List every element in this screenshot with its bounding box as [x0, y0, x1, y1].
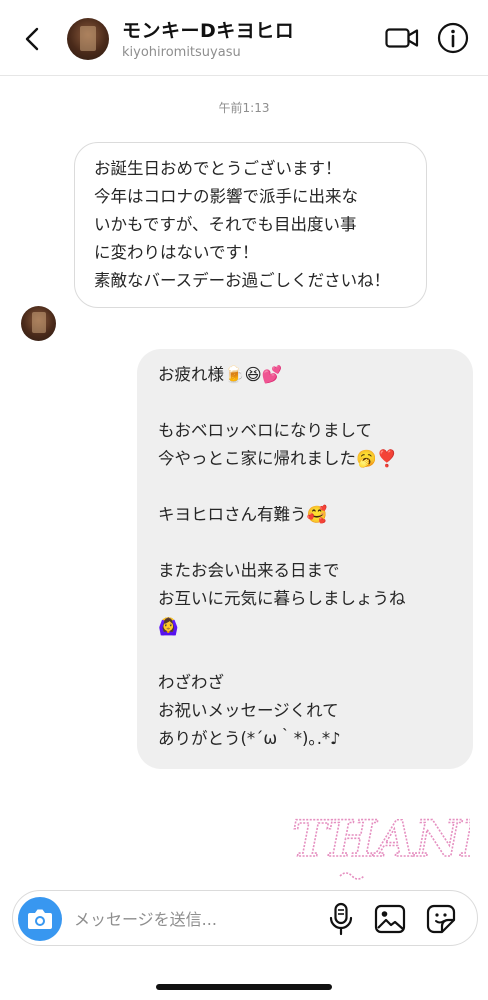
chevron-left-icon	[25, 27, 39, 51]
incoming-message[interactable]: お誕生日おめでとうございます！ 今年はコロナの影響で派手に出来な いかもですが、…	[74, 142, 427, 308]
image-gallery-icon	[374, 904, 406, 934]
contact-name[interactable]: モンキーDキヨヒロ	[122, 16, 294, 43]
info-icon	[437, 22, 469, 54]
home-indicator	[156, 984, 332, 990]
thank-sticker-art: THANK	[291, 808, 488, 880]
sticker-button[interactable]	[425, 903, 457, 935]
voice-message-button[interactable]	[327, 902, 355, 936]
gallery-button[interactable]	[373, 903, 407, 935]
back-button[interactable]	[18, 24, 48, 54]
camera-icon	[28, 909, 52, 929]
sticker-text: THANK	[292, 809, 470, 868]
message-timestamp: 午前1:13	[218, 101, 270, 115]
chat-header: モンキーDキヨヒロ kiyohiromitsuyasu	[0, 0, 488, 76]
video-camera-icon	[385, 28, 419, 48]
message-input[interactable]	[74, 905, 314, 933]
video-call-button[interactable]	[384, 23, 420, 53]
microphone-icon	[329, 902, 353, 936]
sticker-icon	[426, 904, 456, 934]
thank-you-sticker[interactable]: THANK	[288, 802, 488, 882]
info-button[interactable]	[437, 22, 469, 54]
avatar[interactable]	[67, 18, 109, 60]
camera-button[interactable]	[18, 897, 62, 941]
contact-username: kiyohiromitsuyasu	[122, 45, 241, 60]
sender-avatar[interactable]	[21, 306, 56, 341]
message-composer	[12, 890, 478, 946]
outgoing-message[interactable]: お疲れ様🍺😆💕 もおベロッベロになりまして 今やっとこ家に帰れました🥱❣️ キヨ…	[137, 349, 473, 769]
